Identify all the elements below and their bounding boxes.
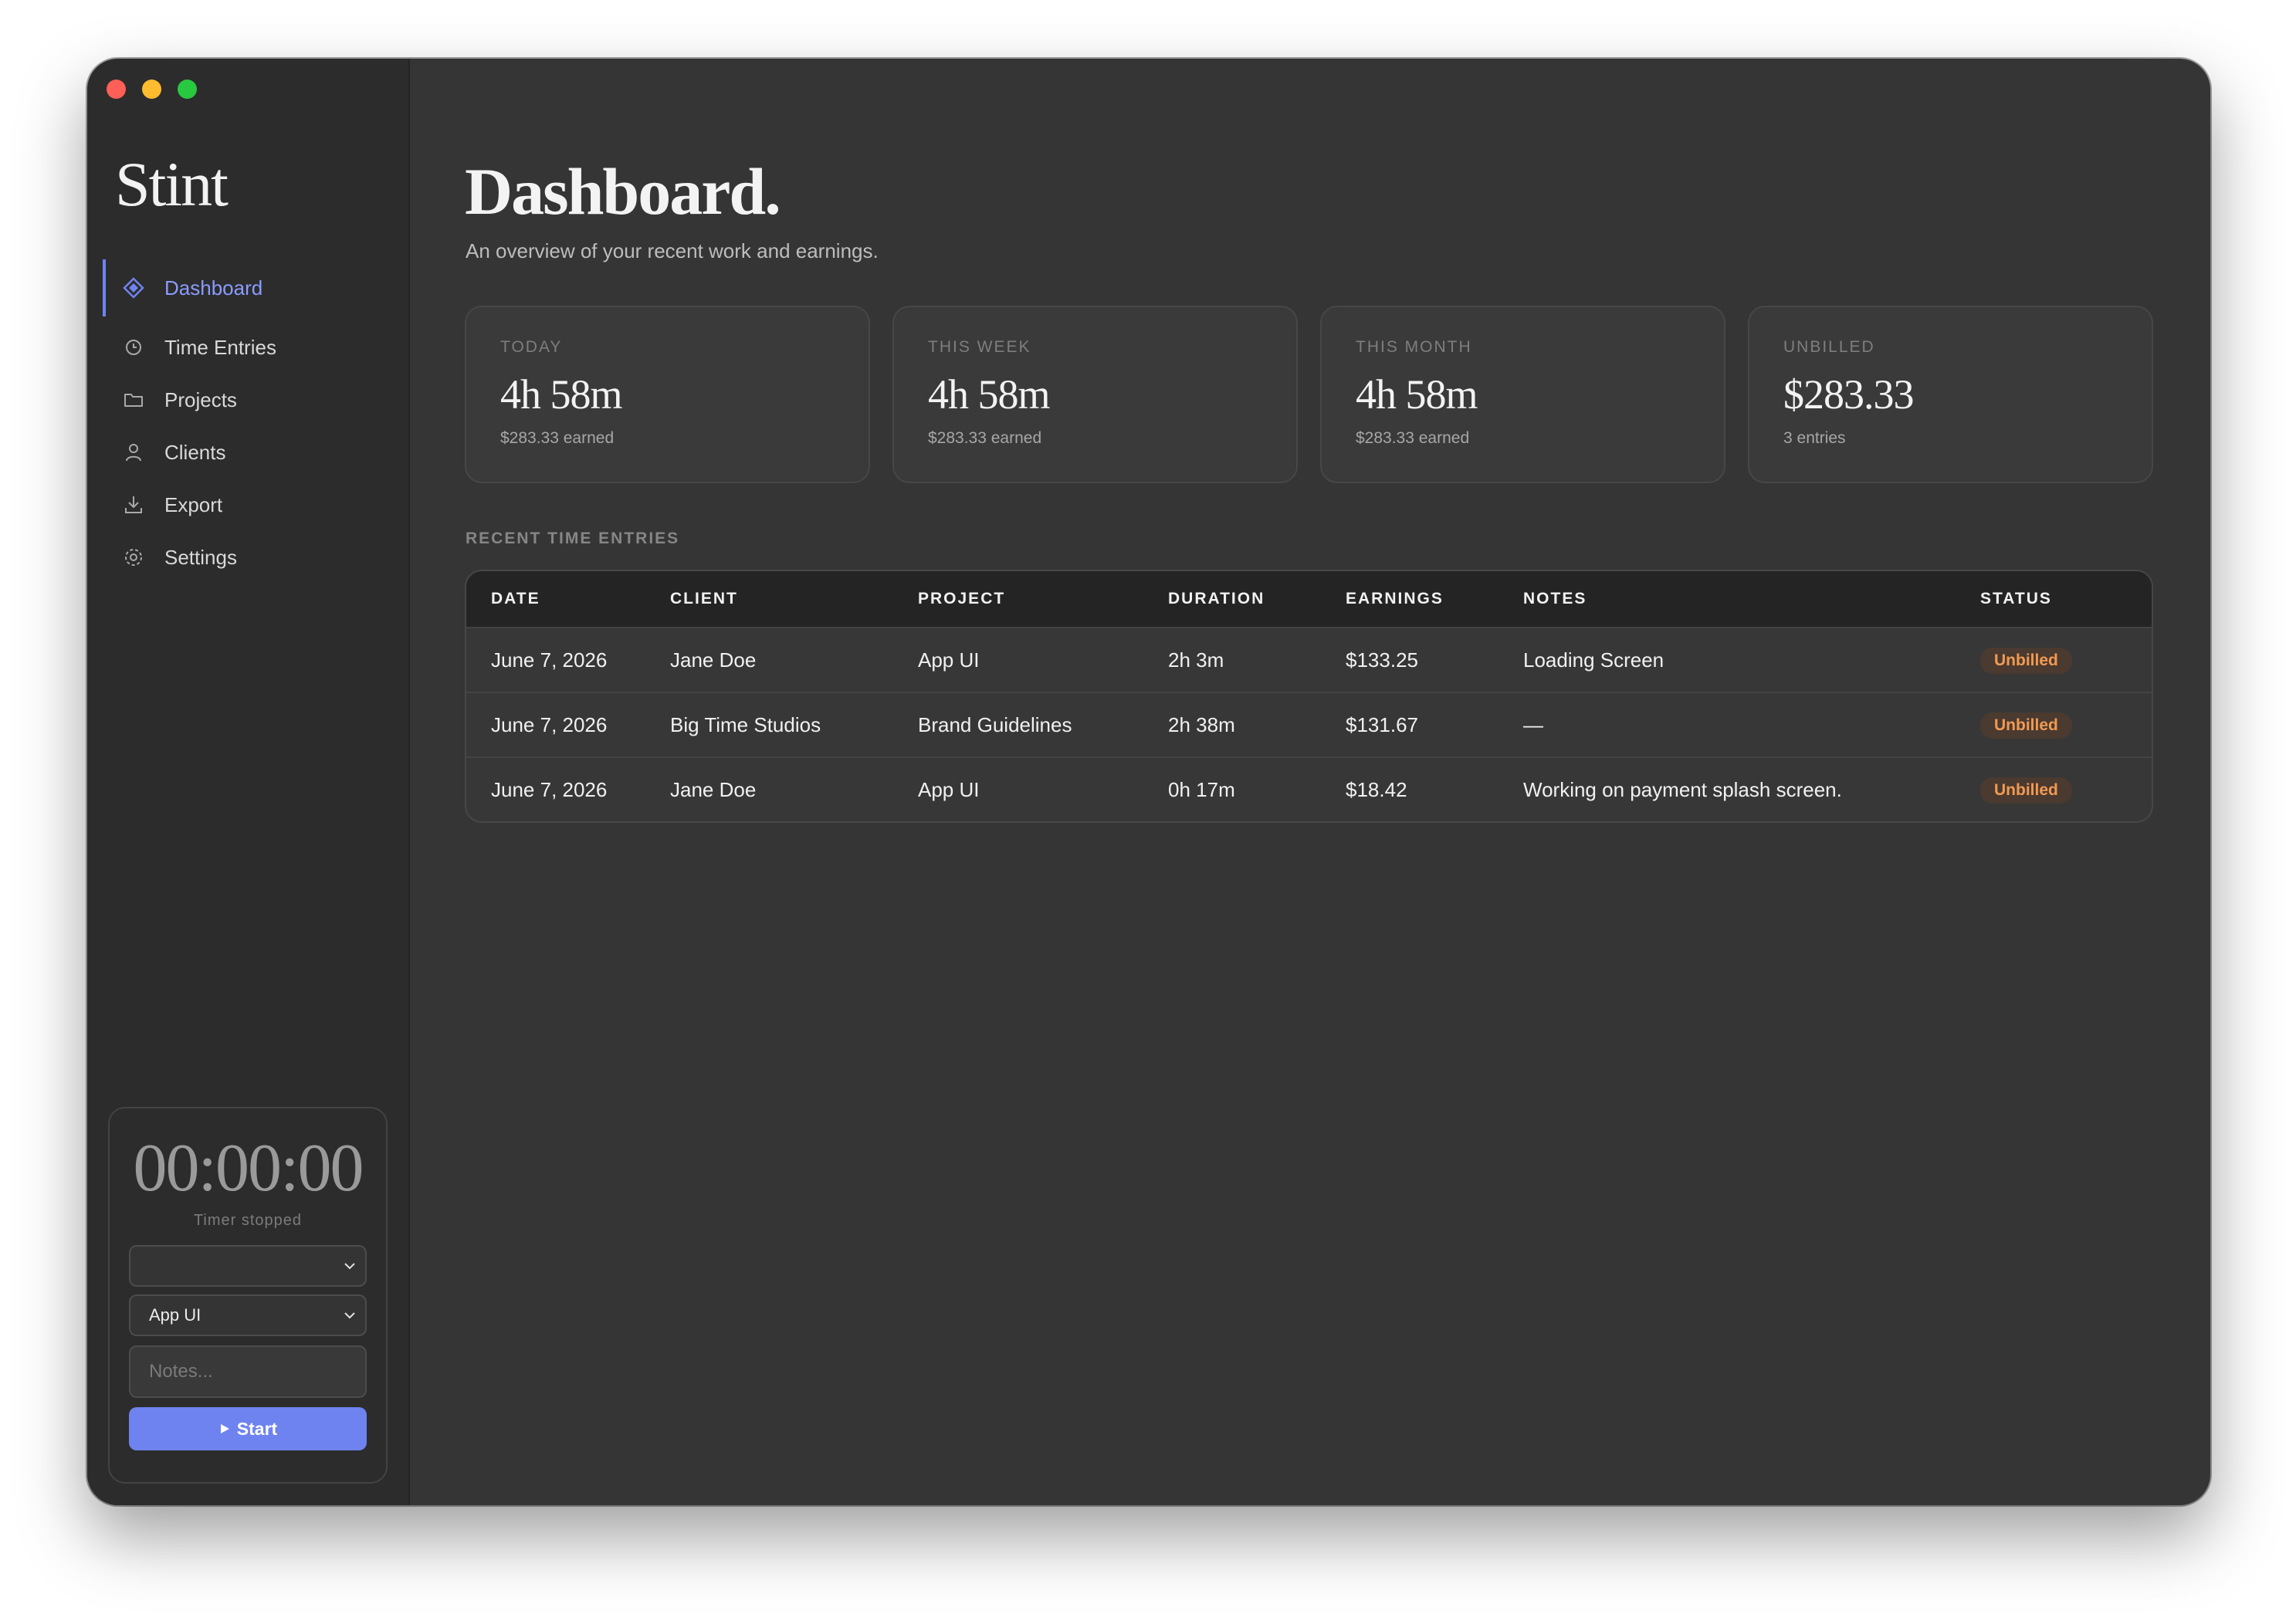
time-entries-table: DATE CLIENT PROJECT DURATION EARNINGS NO… — [465, 570, 2153, 823]
cell-earnings: $18.42 — [1346, 777, 1407, 801]
status-badge: Unbilled — [1980, 712, 2072, 739]
cell-duration: 0h 17m — [1168, 777, 1235, 801]
stat-card-value: 4h 58m — [1356, 371, 1478, 418]
stat-card-subtext: $283.33 earned — [500, 429, 615, 447]
sidebar: Stint Dashboard Time Entries Projects Cl… — [87, 59, 410, 1505]
column-header-client[interactable]: CLIENT — [670, 590, 918, 608]
sidebar-item-label: Dashboard — [164, 276, 263, 299]
cell-client: Jane Doe — [670, 648, 757, 672]
clock-icon — [123, 337, 144, 358]
stat-card-label: THIS WEEK — [928, 338, 1031, 356]
maximize-window-button[interactable] — [178, 80, 197, 99]
sidebar-item-dashboard[interactable]: Dashboard — [103, 259, 404, 316]
stat-card-label: UNBILLED — [1783, 338, 1875, 356]
start-button-label: Start — [236, 1418, 278, 1439]
sidebar-item-label: Projects — [164, 387, 237, 411]
project-select[interactable]: App UI — [129, 1294, 367, 1336]
person-icon — [123, 442, 144, 463]
section-heading: RECENT TIME ENTRIES — [466, 530, 680, 547]
cell-status: Unbilled — [1980, 777, 2150, 804]
cell-notes: Loading Screen — [1523, 648, 1664, 672]
play-icon — [220, 1424, 229, 1433]
stat-card-subtext: $283.33 earned — [1356, 429, 1470, 447]
stat-card-label: THIS MONTH — [1356, 338, 1472, 356]
stat-card-this-month: THIS MONTH 4h 58m $283.33 earned — [1320, 306, 1725, 483]
table-row[interactable]: June 7, 2026 Jane Doe App UI 0h 17m $18.… — [466, 756, 2152, 821]
timer-status: Timer stopped — [193, 1212, 303, 1229]
column-header-project[interactable]: PROJECT — [918, 590, 1168, 608]
column-header-notes[interactable]: NOTES — [1523, 590, 1980, 608]
start-button[interactable]: Start — [129, 1407, 367, 1450]
stat-card-subtext: 3 entries — [1783, 429, 1846, 447]
cell-date: June 7, 2026 — [491, 648, 608, 672]
cell-duration: 2h 3m — [1168, 648, 1224, 672]
cell-client: Jane Doe — [670, 777, 757, 801]
cell-status: Unbilled — [1980, 712, 2150, 739]
cell-duration: 2h 38m — [1168, 712, 1235, 736]
stat-card-subtext: $283.33 earned — [928, 429, 1042, 447]
app-window: Stint Dashboard Time Entries Projects Cl… — [87, 59, 2210, 1505]
cell-status: Unbilled — [1980, 647, 2150, 674]
timer-display: 00:00:00 — [133, 1131, 364, 1206]
cell-project: App UI — [918, 777, 980, 801]
column-header-date[interactable]: DATE — [466, 590, 670, 608]
client-select[interactable] — [129, 1245, 367, 1287]
cell-project: Brand Guidelines — [918, 712, 1072, 736]
stat-card-label: TODAY — [500, 338, 563, 356]
project-select-value: App UI — [149, 1305, 201, 1325]
gear-icon — [123, 547, 144, 568]
table-row[interactable]: June 7, 2026 Jane Doe App UI 2h 3m $133.… — [466, 627, 2152, 692]
diamond-icon — [123, 277, 144, 299]
stat-card-value: 4h 58m — [500, 371, 623, 418]
cell-earnings: $131.67 — [1346, 712, 1418, 736]
page-title: Dashboard. — [465, 154, 781, 228]
sidebar-item-settings[interactable]: Settings — [103, 531, 404, 584]
stat-card-unbilled: UNBILLED $283.33 3 entries — [1748, 306, 2153, 483]
status-badge: Unbilled — [1980, 647, 2072, 674]
summary-cards: TODAY 4h 58m $283.33 earned THIS WEEK 4h… — [465, 306, 2153, 483]
minimize-window-button[interactable] — [142, 80, 161, 99]
table-row[interactable]: June 7, 2026 Big Time Studios Brand Guid… — [466, 692, 2152, 756]
close-window-button[interactable] — [107, 80, 126, 99]
notes-input[interactable] — [129, 1345, 367, 1398]
cell-date: June 7, 2026 — [491, 712, 608, 736]
window-controls — [107, 80, 197, 99]
sidebar-item-label: Clients — [164, 440, 226, 464]
stat-card-value: $283.33 — [1783, 371, 1915, 418]
timer-panel: 00:00:00 Timer stopped App UI Start — [108, 1107, 388, 1484]
cell-notes: Working on payment splash screen. — [1523, 777, 1842, 801]
sidebar-item-clients[interactable]: Clients — [103, 426, 404, 479]
column-header-earnings[interactable]: EARNINGS — [1346, 590, 1523, 608]
column-header-duration[interactable]: DURATION — [1168, 590, 1346, 608]
cell-project: App UI — [918, 648, 980, 672]
cell-notes: — — [1523, 712, 1543, 736]
stat-card-value: 4h 58m — [928, 371, 1051, 418]
cell-date: June 7, 2026 — [491, 777, 608, 801]
sidebar-item-label: Export — [164, 492, 223, 516]
stat-card-this-week: THIS WEEK 4h 58m $283.33 earned — [892, 306, 1298, 483]
sidebar-nav: Dashboard Time Entries Projects Clients — [103, 259, 404, 584]
folder-icon — [123, 389, 144, 411]
app-logo: Stint — [115, 149, 229, 219]
sidebar-item-projects[interactable]: Projects — [103, 374, 404, 426]
sidebar-item-label: Time Entries — [164, 335, 276, 359]
cell-earnings: $133.25 — [1346, 648, 1418, 672]
cell-client: Big Time Studios — [670, 712, 821, 736]
sidebar-item-export[interactable]: Export — [103, 479, 404, 531]
status-badge: Unbilled — [1980, 777, 2072, 804]
chevron-down-icon — [344, 1312, 355, 1319]
main-content: Dashboard. An overview of your recent wo… — [410, 59, 2210, 1505]
column-header-status[interactable]: STATUS — [1980, 590, 2150, 608]
page-subtitle: An overview of your recent work and earn… — [466, 239, 879, 262]
stat-card-today: TODAY 4h 58m $283.33 earned — [465, 306, 870, 483]
download-icon — [123, 494, 144, 516]
table-header: DATE CLIENT PROJECT DURATION EARNINGS NO… — [466, 571, 2152, 627]
sidebar-item-label: Settings — [164, 545, 237, 569]
sidebar-item-time-entries[interactable]: Time Entries — [103, 321, 404, 374]
chevron-down-icon — [344, 1263, 355, 1270]
